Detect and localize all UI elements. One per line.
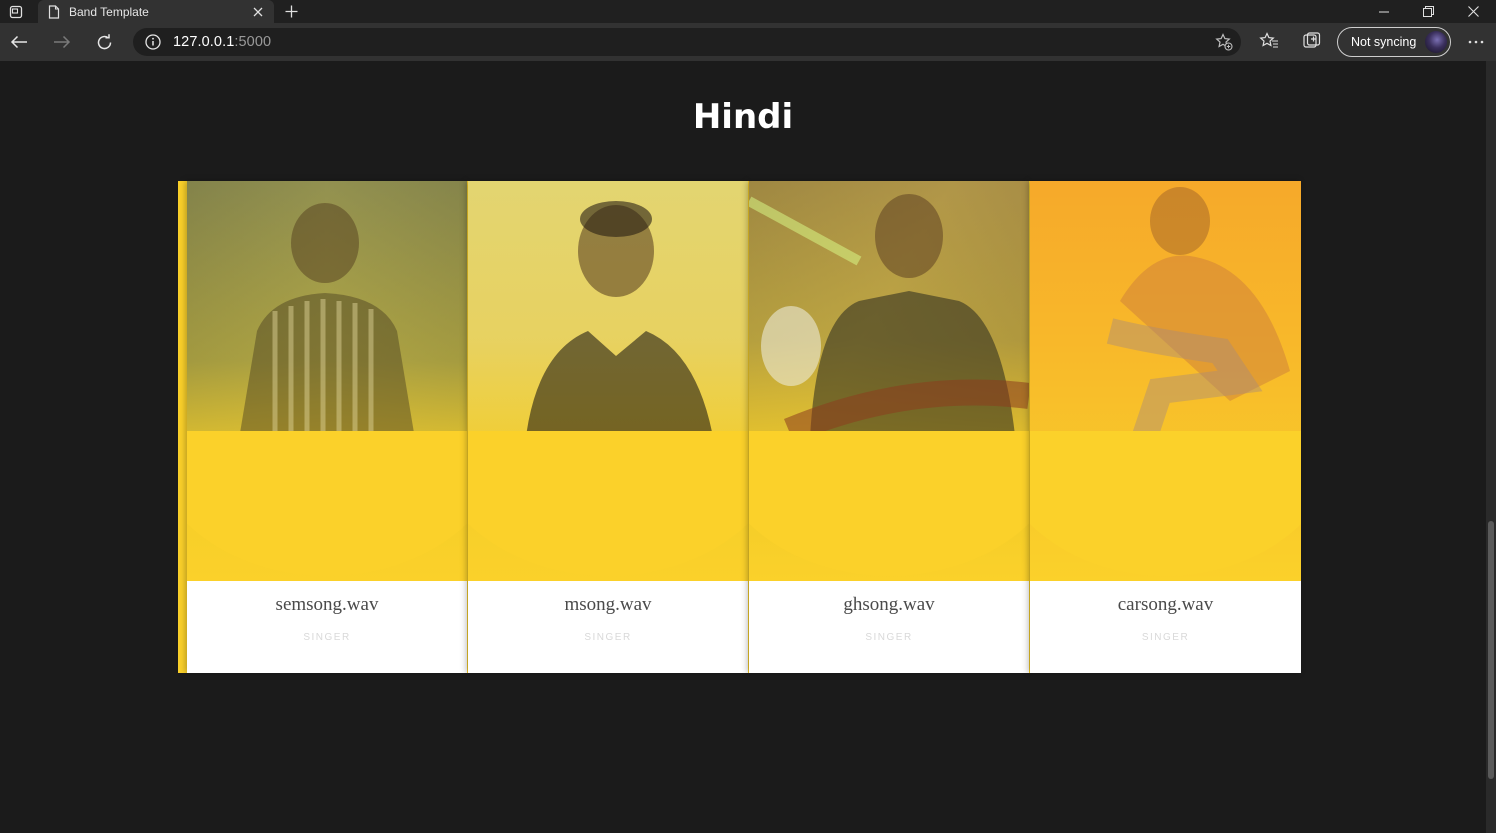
url-text: 127.0.0.1:5000 [173,34,271,50]
profile-button[interactable]: Not syncing [1337,27,1451,57]
back-button[interactable] [0,23,40,61]
forward-button[interactable] [40,23,83,61]
add-favorite-icon [1215,33,1233,51]
tab-title: Band Template [69,4,149,19]
window-controls [1361,0,1496,23]
url-port: :5000 [234,34,272,50]
card-role: SINGER [1141,632,1190,643]
refresh-button[interactable] [83,23,126,61]
minimize-icon [1378,11,1389,12]
card-role: SINGER [303,632,351,643]
new-tab-button[interactable] [274,0,308,23]
add-favorite-button[interactable] [1215,33,1233,51]
back-arrow-icon [10,35,27,49]
collections-button[interactable] [1301,30,1323,52]
tab-actions-button[interactable] [0,0,32,23]
restore-icon [1423,6,1434,17]
site-info-button[interactable] [133,34,173,50]
song-name: carsong.wav [1117,594,1214,615]
refresh-icon [97,33,112,49]
singer-card[interactable]: semsong.wav SINGER [187,181,467,673]
favorites-button[interactable] [1258,30,1280,52]
collections-icon [1303,32,1321,48]
browser-tab[interactable]: Band Template [38,0,274,23]
tab-actions-icon [9,5,23,18]
favorites-icon [1259,32,1278,48]
plus-icon [285,5,297,18]
page-title: Hindi [692,97,794,137]
minimize-button[interactable] [1361,0,1406,23]
song-name: msong.wav [564,594,652,615]
more-icon [1468,40,1484,44]
info-icon [145,34,161,50]
song-name: ghsong.wav [843,594,935,615]
page-content: Hindi semsong.wav SINGER msong.wav SINGE… [0,61,1486,833]
singer-card[interactable]: ghsong.wav SINGER [749,181,1029,673]
restore-button[interactable] [1406,0,1451,23]
settings-more-button[interactable] [1464,32,1488,52]
card-role: SINGER [584,632,632,643]
scrollbar-thumb[interactable] [1488,521,1494,779]
singer-cards: semsong.wav SINGER msong.wav SINGER ghso… [178,181,1301,673]
profile-label: Not syncing [1351,35,1417,49]
url-host: 127.0.0.1 [173,34,235,50]
window-close-button[interactable] [1451,0,1496,23]
singer-card[interactable]: carsong.wav SINGER [1030,181,1301,673]
forward-arrow-icon [53,35,70,49]
close-icon [253,7,263,16]
singer-card[interactable]: msong.wav SINGER [468,181,748,673]
tab-strip: Band Template [0,0,1496,23]
window-close-icon [1468,6,1479,17]
avatar [1425,31,1447,53]
card-role: SINGER [865,632,913,643]
address-bar[interactable]: 127.0.0.1:5000 [133,28,1241,56]
page-scrollbar[interactable] [1486,61,1496,833]
tab-close-button[interactable] [250,4,266,20]
page-icon [48,4,60,19]
song-name: semsong.wav [275,594,379,615]
